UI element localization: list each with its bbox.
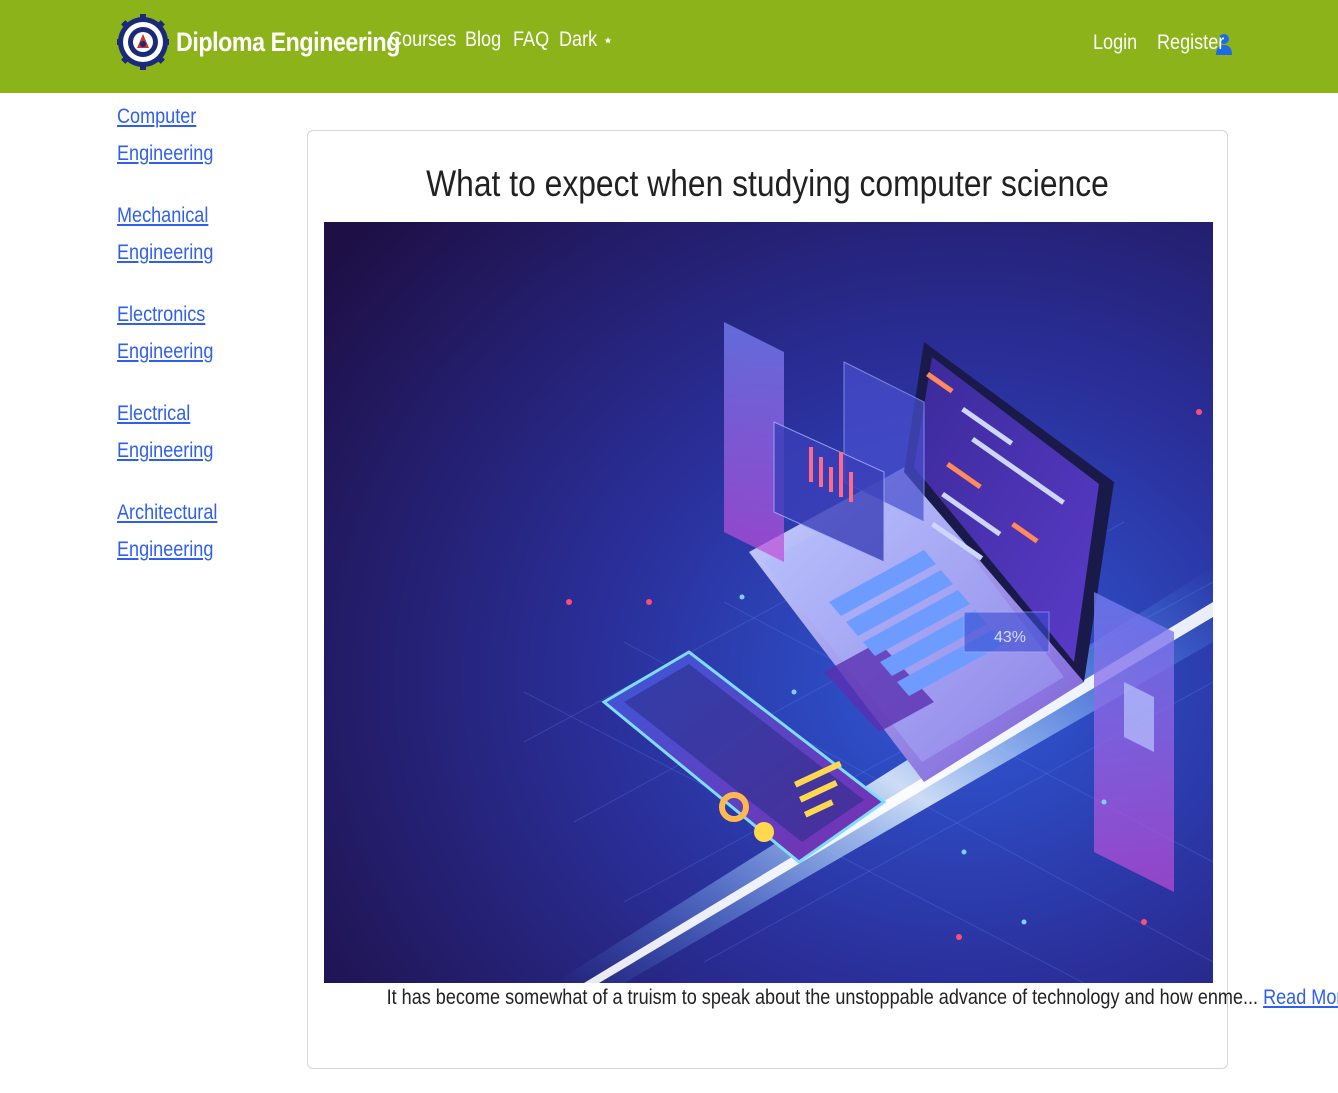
article-card: What to expect when studying computer sc… (307, 130, 1338, 1069)
sidebar-item-computer[interactable]: Computer Engineering (117, 98, 272, 172)
dark-label: Dark (559, 28, 598, 51)
nav-faq[interactable]: FAQ (513, 28, 549, 52)
nav-blog[interactable]: Blog (465, 28, 501, 52)
article-title: What to expect when studying computer sc… (426, 163, 1109, 204)
register-label[interactable]: Register (1157, 31, 1224, 55)
dark-mode-toggle[interactable]: Dark (559, 28, 613, 52)
sidebar-item-architectural[interactable]: Architectural Engineering (117, 494, 220, 568)
auth-links: Login Register (1093, 30, 1232, 56)
article-hero-image[interactable]: 43% (324, 222, 1213, 983)
navbar: Diploma Engineering Courses Blog FAQ Dar… (0, 0, 1338, 93)
register-link[interactable]: Register (1157, 30, 1232, 56)
read-more-link[interactable]: Read More (1263, 986, 1338, 1009)
gear-seal-logo (117, 4, 169, 80)
moon-star-icon (595, 29, 613, 51)
excerpt-text: It has become somewhat of a truism to sp… (386, 986, 1259, 1009)
brand-name: Diploma Engineering (176, 26, 401, 57)
login-link[interactable]: Login (1093, 31, 1145, 55)
sidebar-item-electronics[interactable]: Electronics Engineering (117, 296, 289, 370)
hero-percent-label: 43% (994, 629, 1026, 646)
article-excerpt: It has become somewhat of a truism to sp… (308, 986, 1338, 1010)
nav-links: Courses Blog FAQ Dark (389, 28, 613, 52)
sidebar-item-electrical[interactable]: Electrical Engineering (117, 395, 280, 469)
sidebar: Computer Engineering Mechanical Engineer… (117, 98, 297, 593)
sidebar-item-mechanical[interactable]: Mechanical Engineering (117, 197, 220, 271)
nav-courses[interactable]: Courses (389, 28, 456, 52)
